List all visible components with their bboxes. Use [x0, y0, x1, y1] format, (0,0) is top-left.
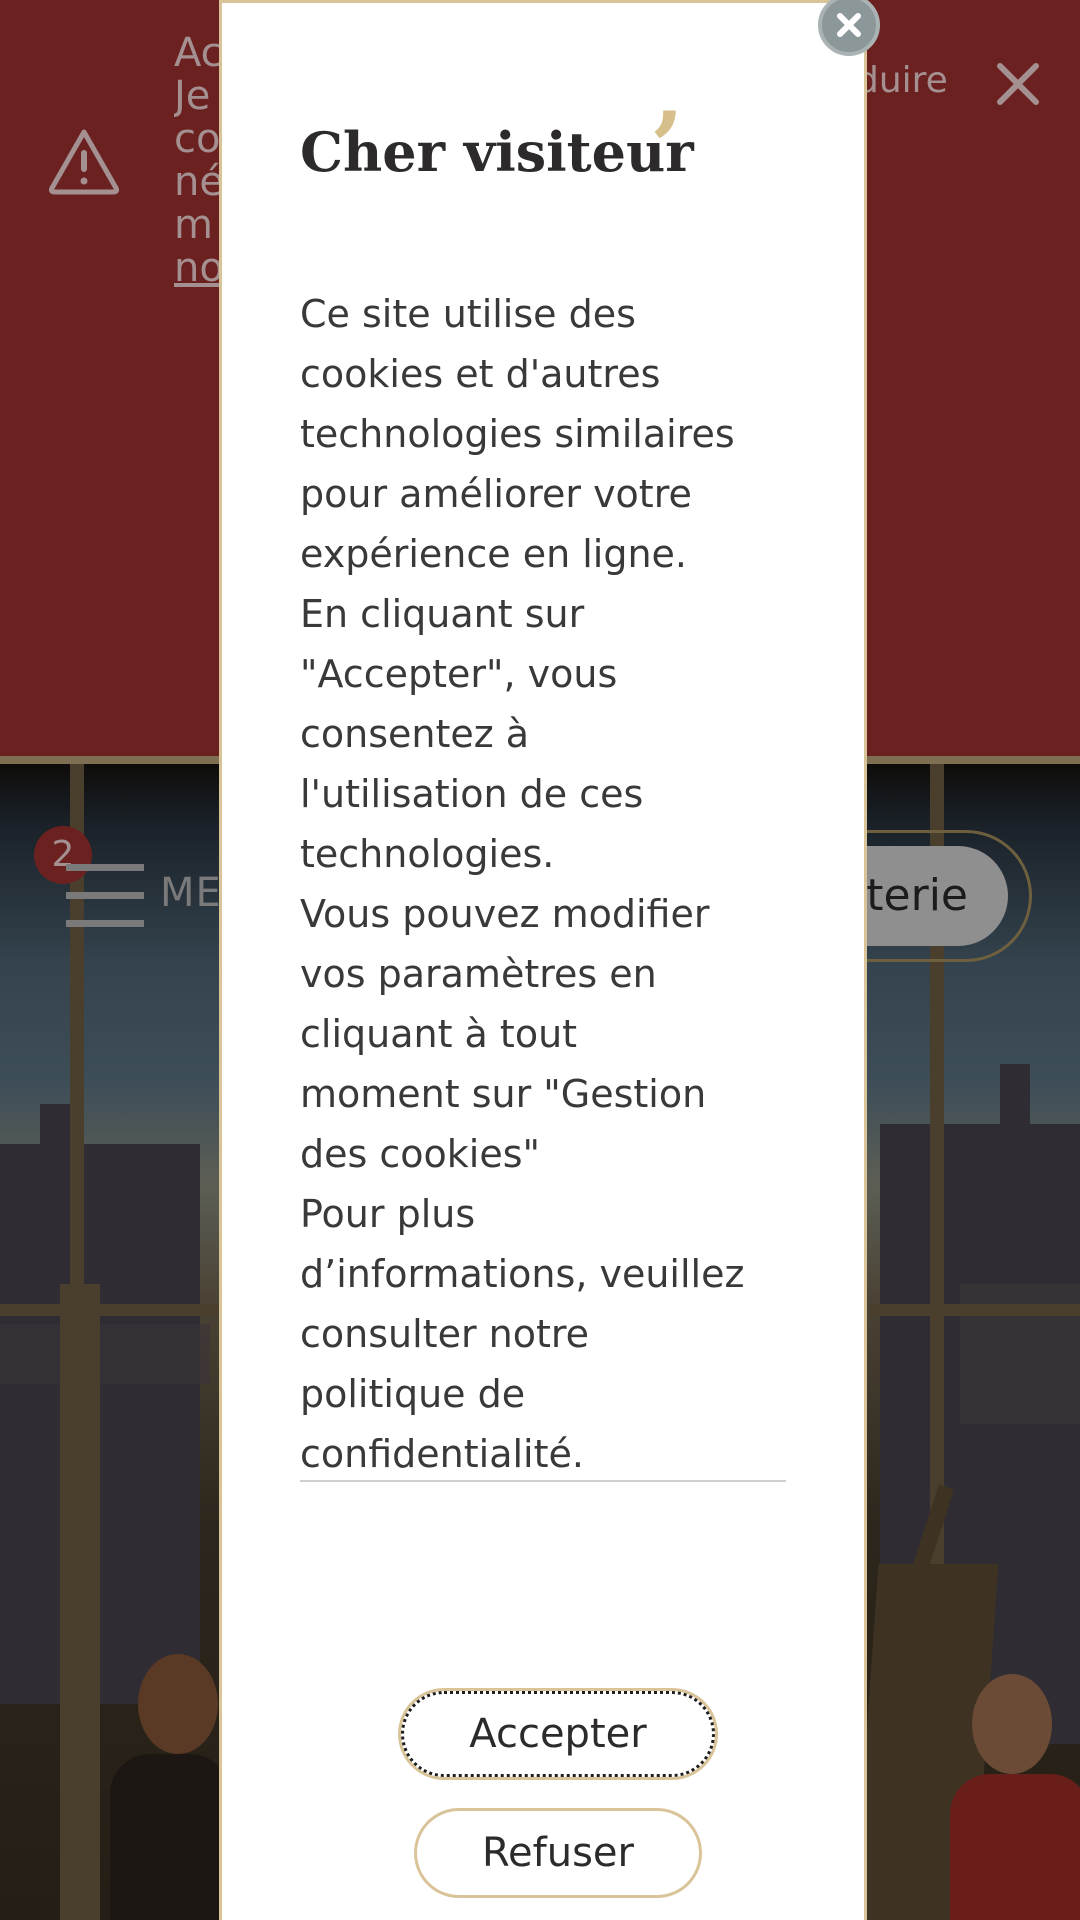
- hamburger-menu-icon[interactable]: [66, 864, 144, 928]
- alert-more-link[interactable]: duire: [856, 60, 948, 101]
- close-icon[interactable]: [994, 60, 1042, 108]
- warning-triangle-icon: [48, 129, 120, 195]
- accept-button[interactable]: Accepter: [398, 1688, 718, 1780]
- title-quote-mark: ’: [650, 91, 684, 204]
- close-icon: [837, 13, 861, 37]
- divider: [300, 1480, 786, 1482]
- modal-body-text: Ce site utilise des cookies et d'autres …: [300, 292, 745, 1476]
- modal-title: Cher visiteur: [300, 120, 694, 184]
- refuse-button[interactable]: Refuser: [414, 1808, 702, 1898]
- menu-label[interactable]: ME: [160, 870, 222, 916]
